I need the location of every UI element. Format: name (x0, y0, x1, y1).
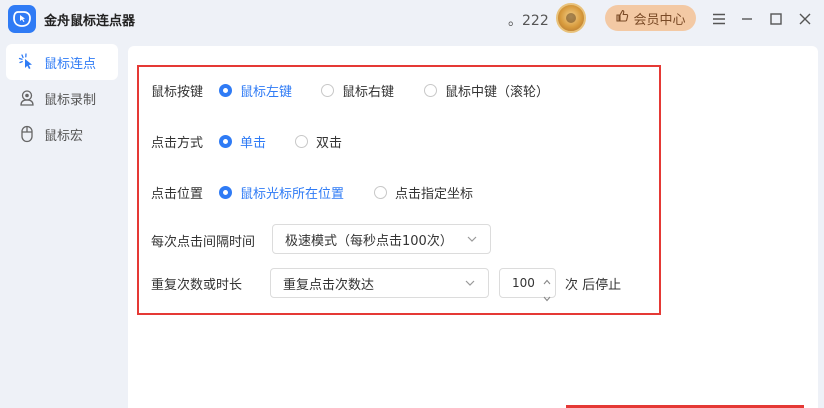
click-position-label: 点击位置 (151, 187, 204, 202)
repeat-mode-select[interactable]: 重复点击次数达 (270, 268, 489, 298)
click-sparkle-icon (18, 53, 36, 71)
maximize-icon[interactable] (766, 9, 786, 29)
radio-single-click[interactable]: 单击 (219, 132, 266, 151)
chevron-down-icon (464, 277, 476, 293)
radio-middle-button[interactable]: 鼠标中键（滚轮） (424, 81, 549, 100)
radio-specified-coordinate[interactable]: 点击指定坐标 (374, 183, 473, 202)
vip-center-label: 会员中心 (633, 12, 686, 28)
menu-icon[interactable] (709, 9, 729, 29)
thumbs-up-icon (615, 9, 629, 27)
sidebar-item-mouse-macro[interactable]: 鼠标宏 (0, 116, 124, 152)
stepper-up-icon[interactable] (543, 274, 551, 288)
interval-select-value: 极速模式（每秒点击100次） (285, 233, 453, 249)
click-mode-label: 点击方式 (151, 136, 204, 151)
radio-double-click[interactable]: 双击 (295, 132, 342, 151)
radio-left-button[interactable]: 鼠标左键 (219, 81, 292, 100)
app-title: 金舟鼠标连点器 (44, 14, 136, 29)
mouse-button-label: 鼠标按键 (151, 85, 204, 100)
interval-select[interactable]: 极速模式（每秒点击100次） (272, 224, 491, 254)
close-icon[interactable] (795, 9, 815, 29)
radio-cursor-position[interactable]: 鼠标光标所在位置 (219, 183, 344, 202)
sidebar-item-label: 鼠标宏 (44, 128, 84, 144)
mouse-icon (18, 125, 36, 143)
repeat-label: 重复次数或时长 (151, 278, 243, 293)
repeat-count-stepper[interactable]: 100 (499, 268, 556, 302)
radio-right-button[interactable]: 鼠标右键 (321, 81, 394, 100)
app-logo-icon (8, 5, 36, 33)
interval-label: 每次点击间隔时间 (151, 235, 256, 250)
sidebar-item-label: 鼠标连点 (44, 56, 97, 72)
vip-center-button[interactable]: 会员中心 (605, 5, 696, 31)
stepper-down-icon[interactable] (543, 291, 551, 305)
repeat-count-value: 100 (512, 276, 535, 290)
sidebar-item-mouse-record[interactable]: 鼠标录制 (0, 80, 124, 116)
points-count: 。222 (508, 13, 549, 29)
repeat-mode-value: 重复点击次数达 (283, 277, 375, 293)
repeat-suffix-label: 次 后停止 (565, 278, 622, 293)
minimize-icon[interactable] (737, 9, 757, 29)
sidebar: 鼠标连点 鼠标录制 鼠标宏 (0, 44, 124, 152)
chevron-down-icon (466, 233, 478, 249)
record-person-icon (18, 89, 36, 107)
title-bar: 金舟鼠标连点器 。222 会员中心 (0, 0, 824, 38)
sidebar-item-label: 鼠标录制 (44, 92, 97, 108)
sidebar-item-mouse-clicker[interactable]: 鼠标连点 (6, 44, 118, 80)
avatar[interactable] (556, 3, 586, 33)
